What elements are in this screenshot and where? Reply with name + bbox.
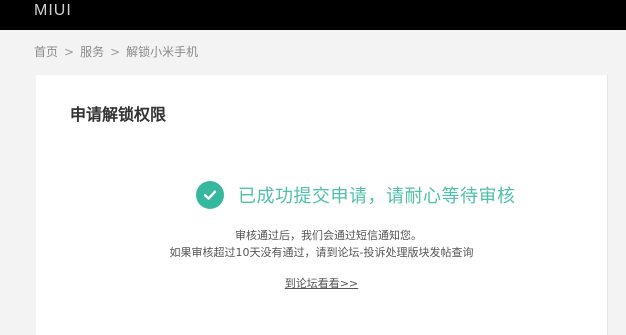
breadcrumb-separator: > bbox=[64, 44, 75, 59]
check-circle-icon bbox=[196, 181, 224, 209]
review-info: 审核通过后，我们会通过短信通知您。 如果审核超过10天没有通过，请到论坛-投诉处… bbox=[36, 227, 607, 261]
unlock-request-card: 申请解锁权限 已成功提交申请，请耐心等待审核 审核通过后，我们会通过短信通知您。… bbox=[36, 75, 608, 335]
forum-link-container: 到论坛看看>> bbox=[36, 275, 607, 291]
success-message: 已成功提交申请，请耐心等待审核 bbox=[238, 186, 516, 207]
miui-logo[interactable]: MIUI bbox=[34, 2, 72, 20]
info-line-forum: 如果审核超过10天没有通过，请到论坛-投诉处理版块发帖查询 bbox=[169, 246, 474, 259]
info-line-sms: 审核通过后，我们会通过短信通知您。 bbox=[235, 229, 422, 242]
breadcrumb: 首页 > 服务 > 解锁小米手机 bbox=[34, 43, 198, 60]
breadcrumb-services[interactable]: 服务 bbox=[80, 43, 104, 60]
page-title: 申请解锁权限 bbox=[70, 105, 167, 124]
success-message-row: 已成功提交申请，请耐心等待审核 bbox=[196, 181, 516, 209]
forum-link[interactable]: 到论坛看看>> bbox=[285, 277, 358, 290]
breadcrumb-separator: > bbox=[110, 44, 121, 59]
top-navbar: MIUI bbox=[0, 0, 626, 30]
breadcrumb-current: 解锁小米手机 bbox=[126, 45, 199, 59]
breadcrumb-home[interactable]: 首页 bbox=[34, 43, 58, 60]
